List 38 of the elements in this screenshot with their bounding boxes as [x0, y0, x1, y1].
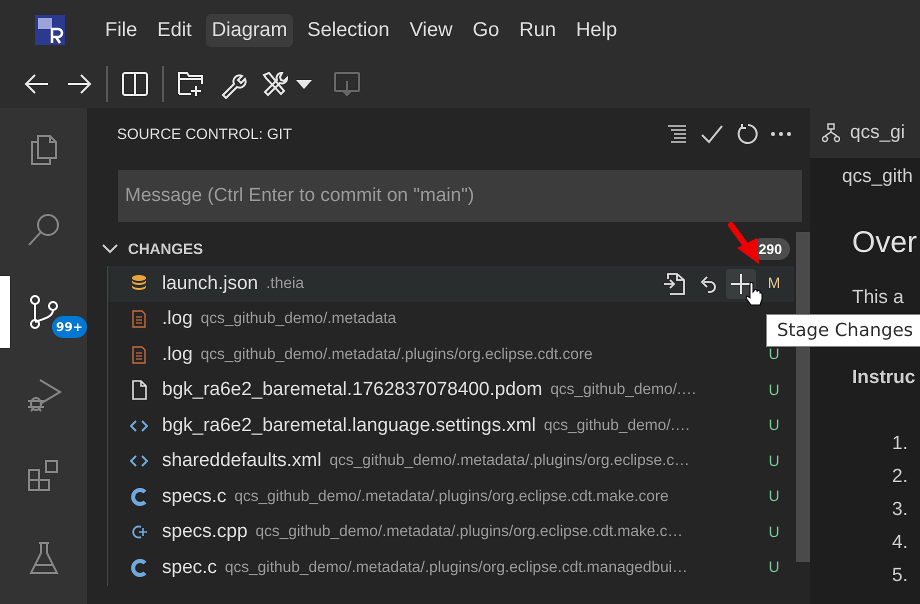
status-letter: U: [768, 346, 780, 364]
list-number: 3.: [892, 498, 909, 521]
status-letter: U: [768, 417, 780, 434]
file-path: qcs_github_demo/.metadata/.plugins/org.eclipse.cdt.managedbui…: [224, 558, 688, 577]
file-name: shareddefaults.xml: [162, 450, 322, 472]
list-number: 2.: [892, 466, 909, 488]
file-name: spec.c: [162, 556, 217, 579]
file-name: bgk_ra6e2_baremetal.1762837078400.pdom: [162, 379, 542, 402]
file-name: launch.json: [162, 272, 258, 295]
status-letter: U: [768, 488, 780, 506]
file-name: .log: [162, 344, 193, 366]
status-letter: M: [766, 275, 782, 292]
list-number: 1.: [892, 432, 909, 455]
file-path: qcs_github_demo/.metadata/.plugins/org.eclipse.cdt.core: [200, 346, 593, 364]
count-badge: 99+: [52, 316, 87, 338]
file-path: qcs_github_demo/.…: [550, 381, 697, 400]
file-path: qcs_github_demo/.metadata/.plugins/org.eclipse.c…: [329, 452, 690, 470]
paragraph: This a: [852, 288, 904, 309]
bold-label: Instruc: [852, 366, 916, 389]
list-number: 5.: [892, 564, 909, 587]
panel-title: SOURCE CONTROL: GIT: [117, 126, 292, 142]
status-letter: U: [768, 559, 780, 576]
status-letter: U: [768, 524, 780, 541]
file-path: qcs_github_demo/.metadata/.plugins/org.eclipse.cdt.make.c…: [256, 523, 683, 542]
file-name: specs.c: [162, 486, 226, 508]
list-number: 4.: [892, 532, 909, 554]
file-name: bgk_ra6e2_baremetal.language.settings.xml: [162, 414, 536, 437]
file-name: specs.cpp: [162, 521, 248, 544]
file-path: qcs_github_demo/.metadata/.plugins/org.eclipse.cdt.make.core: [234, 488, 669, 506]
tooltip: Stage Changes: [766, 314, 920, 347]
file-path: qcs_github_demo/.metadata: [200, 310, 396, 328]
file-path: .theia: [266, 274, 304, 293]
status-letter: U: [768, 382, 780, 399]
heading: Over: [852, 226, 918, 260]
tab-label: qcs_gi: [850, 122, 905, 144]
file-path: qcs_github_demo/.…: [544, 416, 690, 435]
file-name: .log: [162, 308, 193, 330]
status-letter: U: [768, 452, 780, 470]
